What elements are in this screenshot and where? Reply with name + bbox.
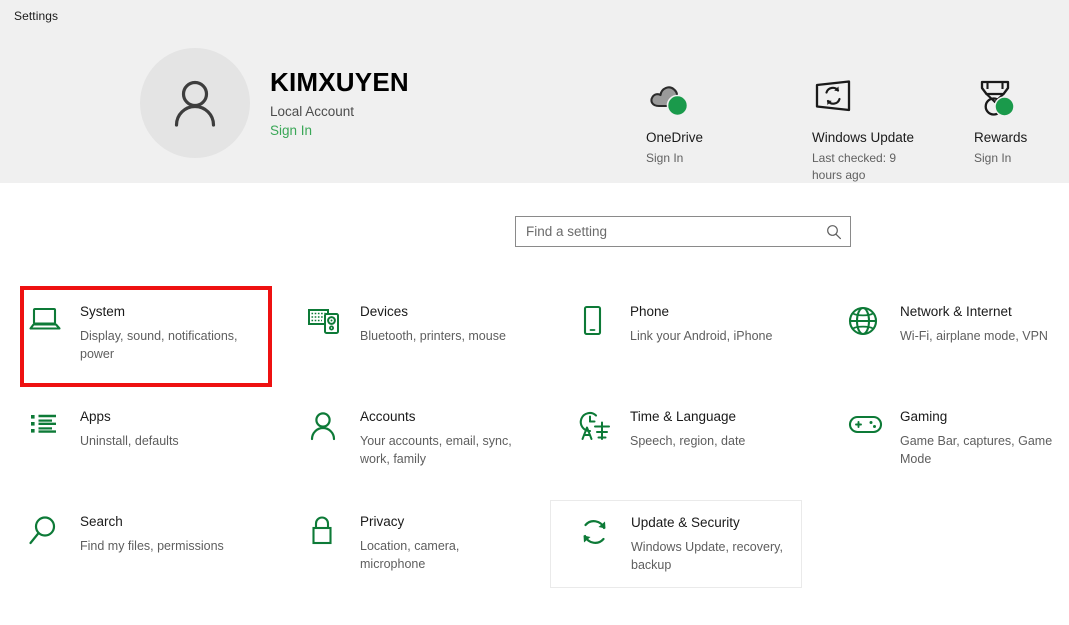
tile-subtitle: Speech, region, date xyxy=(630,434,746,448)
tile-title: Time & Language xyxy=(630,409,737,424)
settings-grid: System Display, sound, notifications, po… xyxy=(0,290,1069,605)
quick-link-onedrive[interactable]: OneDrive Sign In xyxy=(646,76,703,167)
account-name: KIMXUYEN xyxy=(270,66,409,97)
tile-subtitle: Bluetooth, printers, mouse xyxy=(360,329,506,343)
person-icon xyxy=(306,407,346,448)
account-sign-in-link[interactable]: Sign In xyxy=(270,123,409,138)
window-title: Settings xyxy=(14,9,59,23)
tile-title: Privacy xyxy=(360,514,405,529)
settings-row: Search Find my files, permissions Privac… xyxy=(0,500,1069,605)
lock-icon xyxy=(306,512,346,553)
magnifier-icon xyxy=(26,512,66,553)
tile-subtitle: Game Bar, captures, Game Mode xyxy=(900,434,1053,467)
settings-tile-network[interactable]: Network & Internet Wi-Fi, airplane mode,… xyxy=(820,290,1069,378)
quick-link-title: Windows Update xyxy=(812,130,915,145)
laptop-icon xyxy=(26,302,66,339)
settings-tile-system[interactable]: System Display, sound, notifications, po… xyxy=(0,290,252,378)
account-type: Local Account xyxy=(270,104,355,120)
medal-icon xyxy=(974,76,1027,118)
quick-link-rewards[interactable]: Rewards Sign In xyxy=(974,76,1027,167)
monitor-sync-icon xyxy=(812,76,914,118)
refresh-icon xyxy=(577,513,617,554)
account-header: KIMXUYEN Local Account Sign In OneDrive … xyxy=(0,30,1069,183)
tile-title: Apps xyxy=(80,409,111,424)
tile-subtitle: Display, sound, notifications, power xyxy=(80,329,238,362)
onedrive-cloud-icon xyxy=(646,76,703,118)
quick-link-subtitle: Sign In xyxy=(974,151,1012,165)
globe-icon xyxy=(846,302,886,343)
search-icon xyxy=(827,224,841,239)
tile-title: Gaming xyxy=(900,409,948,424)
quick-link-subtitle: Sign In xyxy=(646,151,684,165)
settings-tile-search[interactable]: Search Find my files, permissions xyxy=(0,500,252,588)
list-icon xyxy=(26,407,66,446)
tile-subtitle: Uninstall, defaults xyxy=(80,434,179,448)
settings-tile-gaming[interactable]: Gaming Game Bar, captures, Game Mode xyxy=(820,395,1069,483)
settings-tile-phone[interactable]: Phone Link your Android, iPhone xyxy=(550,290,802,378)
person-icon xyxy=(174,80,216,127)
settings-tile-accounts[interactable]: Accounts Your accounts, email, sync, wor… xyxy=(280,395,532,483)
avatar xyxy=(140,48,250,158)
tile-title: Phone xyxy=(630,304,670,319)
settings-row: System Display, sound, notifications, po… xyxy=(0,290,1069,395)
tile-subtitle: Wi-Fi, airplane mode, VPN xyxy=(900,329,1048,343)
settings-row: Apps Uninstall, defaults Accounts Your a… xyxy=(0,395,1069,500)
tile-title: Devices xyxy=(360,304,409,319)
search-box[interactable] xyxy=(515,216,851,247)
gamepad-icon xyxy=(846,407,886,444)
tile-title: Accounts xyxy=(360,409,416,424)
title-bar: Settings xyxy=(0,0,1069,30)
tile-title: System xyxy=(80,304,126,319)
settings-tile-devices[interactable]: Devices Bluetooth, printers, mouse xyxy=(280,290,532,378)
tile-title: Network & Internet xyxy=(900,304,1012,319)
tile-subtitle: Location, camera, microphone xyxy=(360,539,460,572)
tile-subtitle: Your accounts, email, sync, work, family xyxy=(360,434,512,467)
quick-link-title: OneDrive xyxy=(646,130,704,145)
settings-tile-time-language[interactable]: Time & Language Speech, region, date xyxy=(550,395,802,483)
tile-subtitle: Windows Update, recovery, backup xyxy=(631,540,783,573)
quick-link-subtitle: Last checked: 9 hours ago xyxy=(812,151,897,183)
account-summary: KIMXUYEN Local Account Sign In xyxy=(140,48,409,158)
quick-link-windows-update[interactable]: Windows Update Last checked: 9 hours ago xyxy=(812,76,914,185)
clock-language-icon xyxy=(576,407,616,450)
keyboard-icon xyxy=(306,302,346,341)
search-button[interactable] xyxy=(818,217,850,246)
quick-link-title: Rewards xyxy=(974,130,1028,145)
settings-tile-apps[interactable]: Apps Uninstall, defaults xyxy=(0,395,252,483)
settings-tile-privacy[interactable]: Privacy Location, camera, microphone xyxy=(280,500,532,588)
settings-tile-update-security[interactable]: Update & Security Windows Update, recove… xyxy=(550,500,802,588)
phone-icon xyxy=(576,302,616,343)
tile-title: Search xyxy=(80,514,123,529)
search-input[interactable] xyxy=(516,217,818,246)
tile-subtitle: Link your Android, iPhone xyxy=(630,329,773,343)
tile-subtitle: Find my files, permissions xyxy=(80,539,224,553)
tile-title: Update & Security xyxy=(631,515,740,530)
